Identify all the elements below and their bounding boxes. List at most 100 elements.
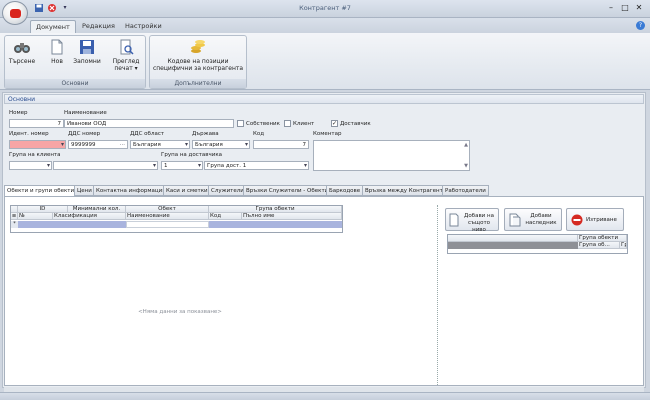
client-group-name-select[interactable]: [53, 161, 158, 170]
code-field[interactable]: 7: [253, 140, 309, 149]
tree-header-group-short[interactable]: Гр: [620, 242, 627, 249]
ellipsis-icon[interactable]: ···: [120, 141, 125, 148]
tab-document[interactable]: Документ: [30, 20, 76, 33]
tab-cash-accounts[interactable]: Каси и сметки: [163, 185, 211, 196]
help-icon[interactable]: ?: [636, 21, 645, 30]
tree-selected-row[interactable]: [448, 242, 578, 249]
panel-splitter[interactable]: [437, 205, 440, 385]
minimize-icon[interactable]: –: [606, 3, 616, 13]
status-bar: [0, 392, 650, 400]
supplier-checkbox[interactable]: ✓: [331, 120, 338, 127]
owner-label: Собственик: [246, 121, 280, 127]
tree-corner: [448, 235, 578, 242]
number-label: Номер: [9, 110, 28, 116]
name-field[interactable]: Иванови ООД: [64, 119, 234, 128]
tab-employees[interactable]: Служители: [208, 185, 247, 196]
ident-number-label: Идент. номер: [9, 131, 49, 137]
new-document-icon: [48, 39, 66, 55]
ribbon-group-additional-title: Допълнителни: [150, 79, 246, 88]
tree-header-object-group[interactable]: Група обекти: [578, 235, 627, 242]
comment-textarea[interactable]: ▲ ▼: [313, 140, 470, 171]
close-window-icon[interactable]: ✕: [634, 3, 644, 13]
grid-header-object-group[interactable]: Група обекти: [209, 206, 342, 213]
scroll-down-icon[interactable]: ▼: [464, 162, 468, 170]
vat-region-label: ДДС област: [130, 131, 165, 137]
object-groups-tree[interactable]: Група обекти Група об... Гр: [447, 234, 628, 254]
app-logo-icon: [10, 9, 21, 18]
grid-header-classification[interactable]: Класификация: [53, 213, 126, 220]
supplier-group-value: 1: [242, 163, 247, 169]
add-child-icon: [509, 213, 521, 230]
delete-icon: [571, 214, 583, 229]
grid-corner: [11, 206, 18, 213]
position-codes-label-1: Кодове на позиции: [167, 58, 229, 65]
position-codes-button[interactable]: Кодове на позиции специфични за контраге…: [152, 39, 244, 72]
print-preview-button[interactable]: Преглед печат ▾: [108, 39, 144, 72]
ribbon-group-main-title: Основни: [5, 79, 145, 88]
ident-number-field[interactable]: [9, 140, 66, 149]
new-row-right[interactable]: [209, 221, 342, 228]
tab-settings[interactable]: Настройки: [120, 20, 167, 33]
vat-region-select[interactable]: България: [130, 140, 190, 149]
binoculars-icon: [13, 39, 31, 55]
client-checkbox[interactable]: [284, 120, 291, 127]
print-preview-label-2: печат ▾: [114, 65, 138, 72]
country-label: Държава: [192, 131, 219, 137]
grid-header-min-qty[interactable]: Минимални кол.: [68, 206, 126, 213]
search-button[interactable]: Търсене: [6, 39, 38, 65]
new-row-name-cell[interactable]: [126, 221, 209, 228]
tab-barcodes[interactable]: Баркодове: [326, 185, 364, 196]
client-group-select[interactable]: [9, 161, 52, 170]
supplier-group-select[interactable]: 1: [161, 161, 203, 170]
position-codes-label-2: специфични за контрагента: [152, 65, 244, 72]
client-group-label: Група на клиента: [9, 152, 61, 158]
supplier-group-prefix: Група дост.: [207, 163, 241, 169]
grid-header-object[interactable]: Обект: [126, 206, 209, 213]
new-row-icon[interactable]: *: [11, 221, 18, 228]
owner-checkbox[interactable]: [237, 120, 244, 127]
print-preview-icon: [117, 39, 135, 55]
section-header-main: Основни: [4, 94, 644, 104]
supplier-label: Доставчик: [340, 121, 371, 127]
add-same-level-label: Добави на същото ниво: [464, 213, 494, 233]
add-same-level-icon: [449, 213, 459, 230]
tab-contact-info[interactable]: Контактна информация: [93, 185, 169, 196]
save-button-label: Запомни: [73, 58, 101, 65]
tab-employers[interactable]: Работодатели: [442, 185, 489, 196]
save-button[interactable]: Запомни: [71, 39, 103, 65]
tree-header-object-group-short[interactable]: Група об...: [578, 242, 620, 249]
tab-employee-object-links[interactable]: Връзки Служители - Обекти: [243, 185, 332, 196]
grid-header-id[interactable]: ID: [18, 206, 68, 213]
supplier-group-label: Група на доставчика: [161, 152, 223, 158]
supplier-group-name-select[interactable]: Група дост. 1: [204, 161, 309, 170]
comment-label: Коментар: [313, 131, 342, 137]
new-button[interactable]: Нов: [46, 39, 68, 65]
print-preview-label-1: Преглед: [112, 58, 140, 65]
empty-grid-message: <Няма данни за показване>: [138, 309, 222, 315]
application-menu-button[interactable]: [2, 1, 28, 25]
grid-header-number[interactable]: №: [18, 213, 53, 220]
code-label: Код: [253, 131, 265, 137]
objects-grid[interactable]: ID Минимални кол. Обект Група обекти ≡ №…: [10, 205, 343, 233]
window-title: Контрагент #7: [299, 4, 351, 12]
add-child-label: Добави наследник: [525, 213, 557, 226]
maximize-icon[interactable]: □: [620, 3, 630, 13]
tab-edit[interactable]: Редакция: [77, 20, 120, 33]
tab-prices[interactable]: Цени: [74, 185, 95, 196]
name-label: Наименование: [64, 110, 107, 116]
grid-header-full-name[interactable]: Пълно име: [242, 213, 342, 220]
delete-button[interactable]: Изтриване: [566, 208, 624, 231]
number-field[interactable]: 7: [9, 119, 64, 128]
new-row-left[interactable]: [18, 221, 126, 228]
vat-number-label: ДДС номер: [68, 131, 101, 137]
grid-filter-icon[interactable]: ≡: [11, 213, 18, 220]
grid-header-name[interactable]: Наименование: [126, 213, 209, 220]
tab-counterparty-links[interactable]: Връзка между Контрагенти: [362, 185, 450, 196]
coins-icon: [189, 39, 207, 55]
add-child-button[interactable]: Добави наследник: [504, 208, 562, 231]
grid-header-code[interactable]: Код: [209, 213, 242, 220]
add-same-level-button[interactable]: Добави на същото ниво: [445, 208, 499, 233]
country-select[interactable]: България: [192, 140, 250, 149]
vat-number-field[interactable]: 9999999 ···: [68, 140, 128, 149]
scroll-up-icon[interactable]: ▲: [464, 141, 468, 149]
